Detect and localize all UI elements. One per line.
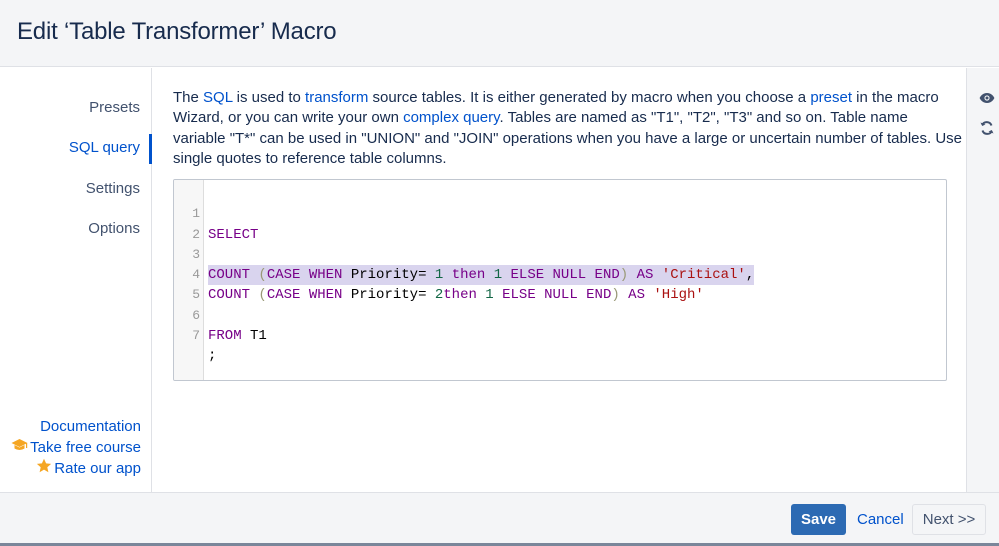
star-icon xyxy=(36,458,52,478)
right-toolbar xyxy=(966,68,999,492)
desc-text-1: The xyxy=(173,89,204,106)
desc-text-3: source tables. It is either generated by… xyxy=(368,89,811,106)
semicolon: ; xyxy=(208,348,217,365)
code-line-3: 3 COUNT (CASE WHEN Priority= 1 then 1 EL… xyxy=(174,225,946,286)
sidebar-item-options[interactable]: Options xyxy=(88,220,140,237)
graduation-cap-icon xyxy=(11,438,28,456)
code-line-7: 7 ; xyxy=(174,306,946,364)
sidebar-item-settings[interactable]: Settings xyxy=(86,180,140,197)
sql-code-editor[interactable]: 1 SELECT 2 3 COUNT (CASE WHEN Priority= … xyxy=(173,179,947,381)
next-button[interactable]: Next >> xyxy=(912,504,986,535)
take-free-course-link[interactable]: Take free course xyxy=(11,438,141,456)
sql-query-panel: The SQL is used to transform source tabl… xyxy=(153,68,966,492)
sidebar-item-presets[interactable]: Presets xyxy=(89,99,140,116)
refresh-icon[interactable] xyxy=(978,119,996,137)
code-line-4: 4 COUNT (CASE WHEN Priority= 2then 1 ELS… xyxy=(174,245,946,303)
dialog-header: Edit ‘Table Transformer’ Macro xyxy=(0,0,999,67)
rate-our-app-link[interactable]: Rate our app xyxy=(36,458,141,478)
line-number: 7 xyxy=(192,328,200,344)
preset-link[interactable]: preset xyxy=(810,89,852,106)
sidebar-item-sql-query[interactable]: SQL query xyxy=(69,139,140,156)
take-free-course-label: Take free course xyxy=(30,438,141,456)
eye-icon[interactable] xyxy=(978,89,996,107)
documentation-link-label: Documentation xyxy=(40,418,141,435)
complex-query-link[interactable]: complex query xyxy=(403,109,499,126)
save-button[interactable]: Save xyxy=(791,504,846,535)
documentation-link[interactable]: Documentation xyxy=(40,418,141,435)
transform-link[interactable]: transform xyxy=(305,89,368,106)
sql-link[interactable]: SQL xyxy=(203,89,232,106)
active-tab-indicator xyxy=(149,134,152,164)
dialog-footer: Save Cancel Next >> xyxy=(0,492,999,546)
cancel-button[interactable]: Cancel xyxy=(851,504,910,535)
table-name: T1 xyxy=(241,328,267,345)
code-line-1: 1 SELECT xyxy=(174,184,946,242)
dialog-title: Edit ‘Table Transformer’ Macro xyxy=(17,18,337,45)
sql-description: The SQL is used to transform source tabl… xyxy=(173,88,963,169)
code-line-6: 6 FROM T1 xyxy=(174,285,946,344)
desc-text-2: is used to xyxy=(232,89,306,106)
code-line-2: 2 xyxy=(174,204,946,242)
sidebar: Presets SQL query Settings Options Docum… xyxy=(0,68,152,492)
rate-our-app-label: Rate our app xyxy=(54,459,141,477)
code-line-5: 5 xyxy=(174,265,946,302)
